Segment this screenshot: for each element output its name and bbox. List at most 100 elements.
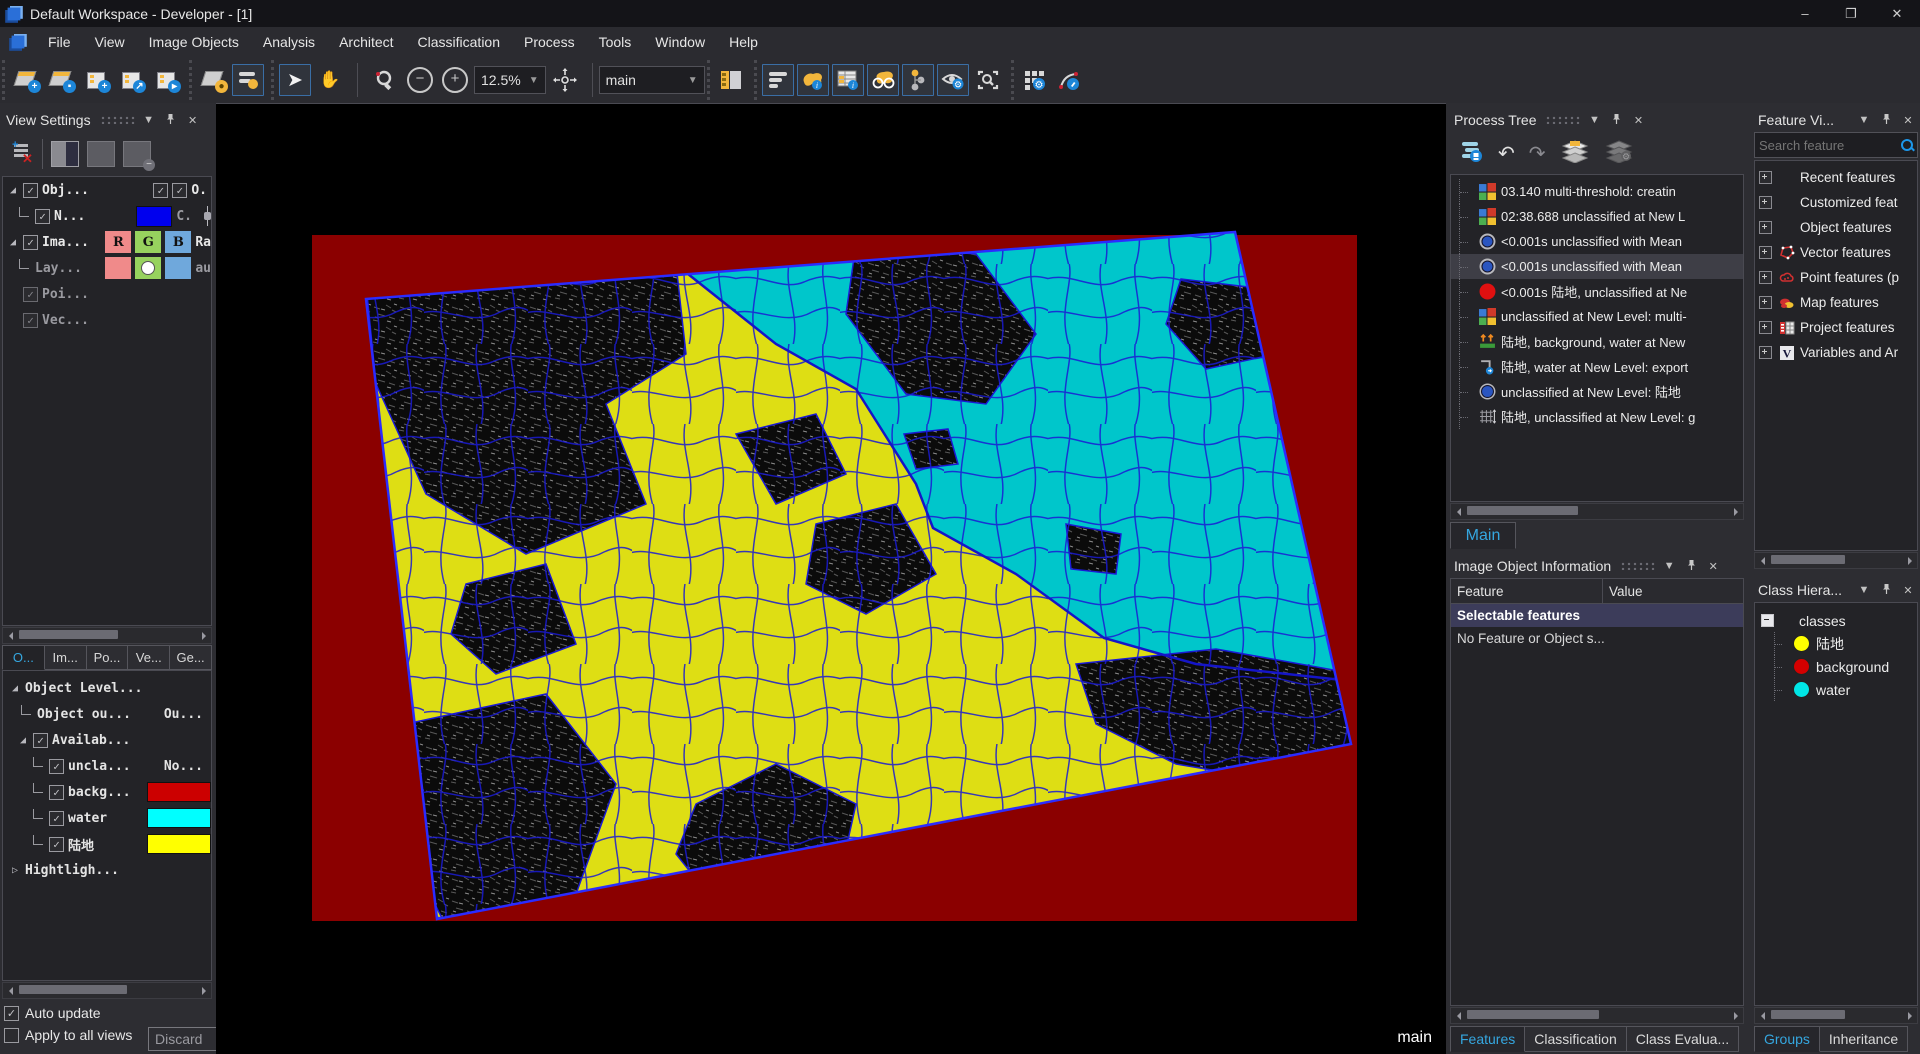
- feature-group[interactable]: Recent features: [1755, 165, 1917, 190]
- point-checkbox[interactable]: ✓: [23, 287, 38, 302]
- object-hierarchy-button[interactable]: [902, 64, 934, 96]
- horizontal-scrollbar[interactable]: [1450, 503, 1744, 520]
- scroll-right-arrow[interactable]: [1729, 504, 1743, 519]
- tab-vector[interactable]: Ve...: [128, 645, 170, 670]
- maximize-button[interactable]: ❐: [1828, 0, 1874, 27]
- workspace-settings-button[interactable]: ⚙: [1019, 64, 1051, 96]
- expand-icon[interactable]: [1759, 221, 1772, 234]
- open-project-button[interactable]: ↗: [115, 64, 147, 96]
- pin-icon[interactable]: [163, 113, 179, 128]
- tree-row-point[interactable]: ✓ Poi...: [3, 281, 211, 307]
- feature-group[interactable]: Map features: [1755, 290, 1917, 315]
- tab-object-levels[interactable]: O...: [2, 645, 45, 670]
- tree-row-unclassified[interactable]: ✓ uncla... No...: [3, 753, 211, 779]
- close-icon[interactable]: ✕: [1900, 114, 1916, 127]
- column-header-feature[interactable]: Feature: [1451, 579, 1603, 603]
- save-workspace-button[interactable]: ▪: [45, 64, 77, 96]
- area-zoom-button[interactable]: [369, 64, 401, 96]
- close-icon[interactable]: ✕: [1630, 114, 1646, 127]
- checkbox[interactable]: ✓: [153, 183, 168, 198]
- map-viewport[interactable]: main: [216, 103, 1446, 1054]
- scroll-right-arrow[interactable]: [1729, 1008, 1743, 1023]
- undo-icon[interactable]: ↶: [1498, 141, 1515, 166]
- scroll-right-arrow[interactable]: [197, 628, 211, 643]
- search-feature-input[interactable]: [1755, 138, 1899, 153]
- expand-icon[interactable]: [1759, 171, 1772, 184]
- edit-thematic-vector-button[interactable]: [1054, 64, 1086, 96]
- zoom-level-select[interactable]: 12.5% ▼: [474, 66, 546, 94]
- menu-view[interactable]: View: [83, 27, 137, 57]
- feature-group[interactable]: V Variables and Ar: [1755, 340, 1917, 365]
- close-icon[interactable]: ✕: [1900, 584, 1916, 597]
- horizontal-scrollbar[interactable]: [2, 627, 212, 644]
- scroll-left-arrow[interactable]: [3, 983, 17, 998]
- pin-icon[interactable]: [1683, 559, 1699, 574]
- column-header-value[interactable]: Value: [1603, 579, 1743, 603]
- process-tree-tab-main[interactable]: Main: [1450, 522, 1516, 549]
- transparency-glasses-button[interactable]: [867, 64, 899, 96]
- tab-classification[interactable]: Classification: [1525, 1026, 1626, 1052]
- menu-analysis[interactable]: Analysis: [251, 27, 327, 57]
- tree-row-vector[interactable]: ✓ Vec...: [3, 307, 211, 333]
- redo-icon[interactable]: ↷: [1529, 141, 1546, 166]
- pin-icon[interactable]: [1878, 583, 1894, 598]
- copy-level-button[interactable]: ⚙: [1604, 139, 1634, 168]
- caret-icon[interactable]: ▷: [9, 865, 21, 876]
- new-workspace-button[interactable]: +: [10, 64, 42, 96]
- class-checkbox[interactable]: ✓: [49, 811, 64, 826]
- tree-row-water[interactable]: ✓ water: [3, 805, 211, 831]
- expand-icon[interactable]: [1759, 271, 1772, 284]
- scroll-left-arrow[interactable]: [1451, 1008, 1465, 1023]
- scroll-right-arrow[interactable]: [1903, 553, 1917, 568]
- tab-groups[interactable]: Groups: [1754, 1026, 1820, 1052]
- red-channel-chip[interactable]: R: [105, 231, 131, 253]
- class-row-water[interactable]: water: [1755, 678, 1917, 701]
- expand-icon[interactable]: [1759, 296, 1772, 309]
- caret-icon[interactable]: ◢: [9, 683, 21, 694]
- chevron-down-icon[interactable]: ▼: [1856, 584, 1872, 596]
- tree-row-layer[interactable]: Lay... au: [3, 255, 211, 281]
- navigate-button[interactable]: [549, 64, 581, 96]
- class-checkbox[interactable]: ✓: [49, 785, 64, 800]
- map-select[interactable]: main ▼: [599, 66, 705, 94]
- horizontal-scrollbar[interactable]: [1450, 1007, 1744, 1024]
- save-process-button[interactable]: [1458, 139, 1484, 168]
- class-color-swatch[interactable]: [147, 834, 211, 854]
- tab-geometry[interactable]: Ge...: [170, 645, 212, 670]
- edit-view-settings-button[interactable]: +✕: [8, 140, 34, 169]
- tree-row-outline[interactable]: ✓ N... C.: [3, 203, 211, 229]
- class-checkbox[interactable]: ✓: [49, 759, 64, 774]
- pin-icon[interactable]: [1608, 113, 1624, 128]
- process-item[interactable]: <0.001s 陆地, unclassified at Ne: [1451, 279, 1743, 304]
- tab-inheritance[interactable]: Inheritance: [1820, 1026, 1908, 1052]
- process-item[interactable]: 陆地, water at New Level: export: [1451, 354, 1743, 379]
- tab-image-layers[interactable]: Im...: [45, 645, 87, 670]
- process-item[interactable]: 陆地, background, water at New: [1451, 329, 1743, 354]
- feature-group[interactable]: Point features (p: [1755, 265, 1917, 290]
- class-color-swatch[interactable]: [147, 808, 211, 828]
- process-item[interactable]: <0.001s unclassified with Mean: [1451, 229, 1743, 254]
- red-layer-chip[interactable]: [105, 257, 131, 279]
- menu-image-objects[interactable]: Image Objects: [137, 27, 251, 57]
- save-project-button[interactable]: ▸: [150, 64, 182, 96]
- tree-row-highlight[interactable]: ▷ Hightligh...: [3, 857, 211, 883]
- feature-view-button[interactable]: i: [832, 64, 864, 96]
- horizontal-scrollbar[interactable]: [1754, 552, 1918, 569]
- transparency-slider[interactable]: [204, 206, 211, 226]
- drag-grip[interactable]: [1621, 562, 1655, 570]
- chevron-down-icon[interactable]: ▼: [1661, 560, 1677, 572]
- search-icon[interactable]: [1899, 137, 1915, 153]
- menu-window[interactable]: Window: [643, 27, 717, 57]
- pan-tool-button[interactable]: ✋: [314, 64, 346, 96]
- tree-row-available[interactable]: ◢ ✓ Availab...: [3, 727, 211, 753]
- outline-color-swatch[interactable]: [136, 206, 172, 227]
- tab-point[interactable]: Po...: [87, 645, 129, 670]
- process-item-selected[interactable]: <0.001s unclassified with Mean: [1451, 254, 1743, 279]
- scroll-right-arrow[interactable]: [1903, 1008, 1917, 1023]
- pin-icon[interactable]: [1878, 113, 1894, 128]
- checkbox[interactable]: ✓: [172, 183, 187, 198]
- close-button[interactable]: ✕: [1874, 0, 1920, 27]
- tree-row-image-data[interactable]: ◢ ✓ Ima... R G B Ra: [3, 229, 211, 255]
- menu-tools[interactable]: Tools: [587, 27, 644, 57]
- tab-features[interactable]: Features: [1450, 1026, 1525, 1052]
